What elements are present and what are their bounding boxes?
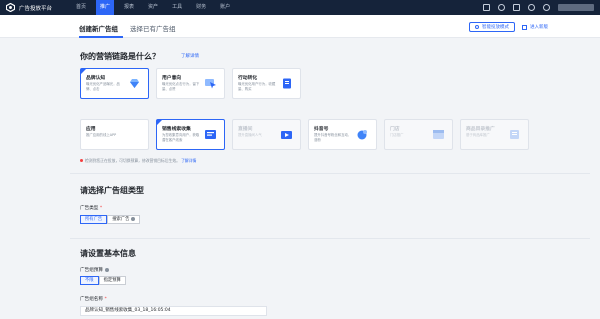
card-desc: 基于商品库推广 xyxy=(466,133,490,137)
required-mark: * xyxy=(98,206,103,211)
name-label: 广告组名称 * xyxy=(80,296,107,302)
warning-icon xyxy=(80,159,83,162)
catalog-icon xyxy=(510,130,519,139)
card-desc: 推广应用的线上APP xyxy=(86,133,117,137)
section-divider xyxy=(70,238,590,239)
adtype-label-text: 广告类型 xyxy=(80,206,99,211)
card-user-intent[interactable]: 用户意向 曝光优化点击行为，留下量、点赞 xyxy=(156,68,225,99)
nav-finance[interactable]: 财务 xyxy=(192,0,210,15)
marketing-title: 你的营销链路是什么？ xyxy=(80,52,160,61)
smart-mode-button[interactable]: 智能投放模式 xyxy=(469,22,515,32)
card-product-catalog: 商品目录推广 基于商品库推广 xyxy=(460,119,529,150)
user-icon[interactable] xyxy=(543,4,550,11)
card-title: 用户意向 xyxy=(162,76,182,81)
nav-assets[interactable]: 资产 xyxy=(144,0,162,15)
tab-create-new[interactable]: 创建新广告组 xyxy=(79,23,118,33)
budget-label: 广告组预算 xyxy=(80,267,109,273)
card-title: 销售线索收集 xyxy=(162,127,191,132)
card-desc: 为您收集意向用户，获取潜在客户线索 xyxy=(162,133,200,142)
warning-help-link[interactable]: 了解详情 xyxy=(181,158,196,163)
brand-name: 广告投放平台 xyxy=(19,5,53,12)
smart-mode-label: 智能投放模式 xyxy=(482,25,509,30)
new-version-button[interactable]: 进入新版 xyxy=(522,22,548,32)
switch-icon xyxy=(522,24,527,30)
card-title: 品牌认知 xyxy=(86,76,106,81)
card-desc: 曝光优化产品曝光，品牌、点击 xyxy=(86,82,120,91)
name-label-text: 广告组名称 xyxy=(80,297,103,302)
bell-icon[interactable] xyxy=(498,4,505,11)
card-app[interactable]: 应用 推广应用的线上APP xyxy=(80,119,149,150)
adtype-title: 请选择广告组类型 xyxy=(80,186,144,195)
required-mark: * xyxy=(102,297,107,302)
message-icon[interactable] xyxy=(513,4,520,11)
card-desc: 门店推广 xyxy=(390,133,404,137)
section-divider xyxy=(70,173,590,174)
budget-unlimited[interactable]: 不限 xyxy=(80,276,99,285)
warning-text: 检测到您正在投放，可切换预算，修改营销目标后生效。 xyxy=(85,158,180,163)
card-sales-leads[interactable]: 销售线索收集 为您收集意向用户，获取潜在客户线索 xyxy=(156,119,225,150)
budget-selector: 不限 指定预算 xyxy=(80,276,126,285)
new-version-label: 进入新版 xyxy=(530,25,548,30)
topbar-actions xyxy=(475,0,594,15)
nav-home[interactable]: 首页 xyxy=(72,0,90,15)
main-nav: 首页 推广 报表 资产 工具 财务 账户 xyxy=(72,0,240,15)
live-tv-icon xyxy=(281,131,292,139)
card-desc: 提升直播间人气 xyxy=(238,133,262,137)
question-icon xyxy=(104,267,109,272)
adtype-search-ads[interactable]: 搜索广告 xyxy=(107,215,141,224)
card-title: 直播间 xyxy=(238,127,253,132)
top-navigation-bar: 广告投放平台 首页 推广 报表 资产 工具 财务 账户 xyxy=(0,0,600,15)
active-tab-underline xyxy=(79,36,123,38)
adtype-search-label: 搜索广告 xyxy=(112,217,130,222)
card-desc: 曝光优化点击行为，留下量、点赞 xyxy=(162,82,200,91)
marketing-help-link[interactable]: 了解详情 xyxy=(181,53,199,59)
card-action-conversion[interactable]: 行动转化 曝光优化用户行为，收藏量、购买 xyxy=(232,68,301,99)
card-title: 行动转化 xyxy=(238,76,258,81)
sub-header: 创建新广告组 选择已有广告组 智能投放模式 进入新版 xyxy=(0,15,600,38)
tab-select-existing[interactable]: 选择已有广告组 xyxy=(130,23,176,33)
document-icon xyxy=(283,78,291,89)
adtype-label: 广告类型 * xyxy=(80,205,102,211)
help-icon[interactable] xyxy=(528,4,535,11)
douyin-icon xyxy=(357,130,367,140)
card-desc: 提升抖音号粉丝和互动，涨粉 xyxy=(314,133,352,142)
nav-promotion[interactable]: 推广 xyxy=(96,0,115,15)
card-douyin-account[interactable]: 抖音号 提升抖音号粉丝和互动，涨粉 xyxy=(308,119,377,150)
card-store: 门店 门店推广 xyxy=(384,119,453,150)
cursor-click-icon xyxy=(205,79,216,89)
diamond-icon xyxy=(130,79,139,88)
brand[interactable]: 广告投放平台 xyxy=(6,3,72,12)
account-name-masked[interactable] xyxy=(558,4,594,11)
budget-label-text: 广告组预算 xyxy=(80,268,103,273)
nav-reports[interactable]: 报表 xyxy=(120,0,138,15)
card-title: 应用 xyxy=(86,127,96,132)
monitor-icon[interactable] xyxy=(483,4,490,11)
budget-specified[interactable]: 指定预算 xyxy=(98,276,126,285)
store-icon xyxy=(433,130,444,139)
adgroup-name-input[interactable]: 品牌认知_销售线索收集_03_18_16:05:04 xyxy=(80,306,267,316)
leads-form-icon xyxy=(205,130,216,139)
card-title: 门店 xyxy=(390,127,400,132)
card-live-room: 直播间 提升直播间人气 xyxy=(232,119,301,150)
nav-tools[interactable]: 工具 xyxy=(168,0,186,15)
adtype-selector: 所有广告 搜索广告 xyxy=(80,215,141,224)
card-desc: 曝光优化用户行为，收藏量、购买 xyxy=(238,82,276,91)
smart-mode-icon xyxy=(475,25,479,29)
basic-info-title: 请设置基本信息 xyxy=(80,249,136,258)
logo-icon xyxy=(6,3,15,12)
marketing-warning: 检测到您正在投放，可切换预算，修改营销目标后生效。 了解详情 xyxy=(80,158,196,164)
card-title: 抖音号 xyxy=(314,127,329,132)
question-icon xyxy=(131,216,136,221)
adtype-all-ads[interactable]: 所有广告 xyxy=(80,215,108,224)
card-title: 商品目录推广 xyxy=(466,127,495,132)
card-brand-awareness[interactable]: 品牌认知 曝光优化产品曝光，品牌、点击 xyxy=(80,68,149,99)
nav-account[interactable]: 账户 xyxy=(216,0,234,15)
